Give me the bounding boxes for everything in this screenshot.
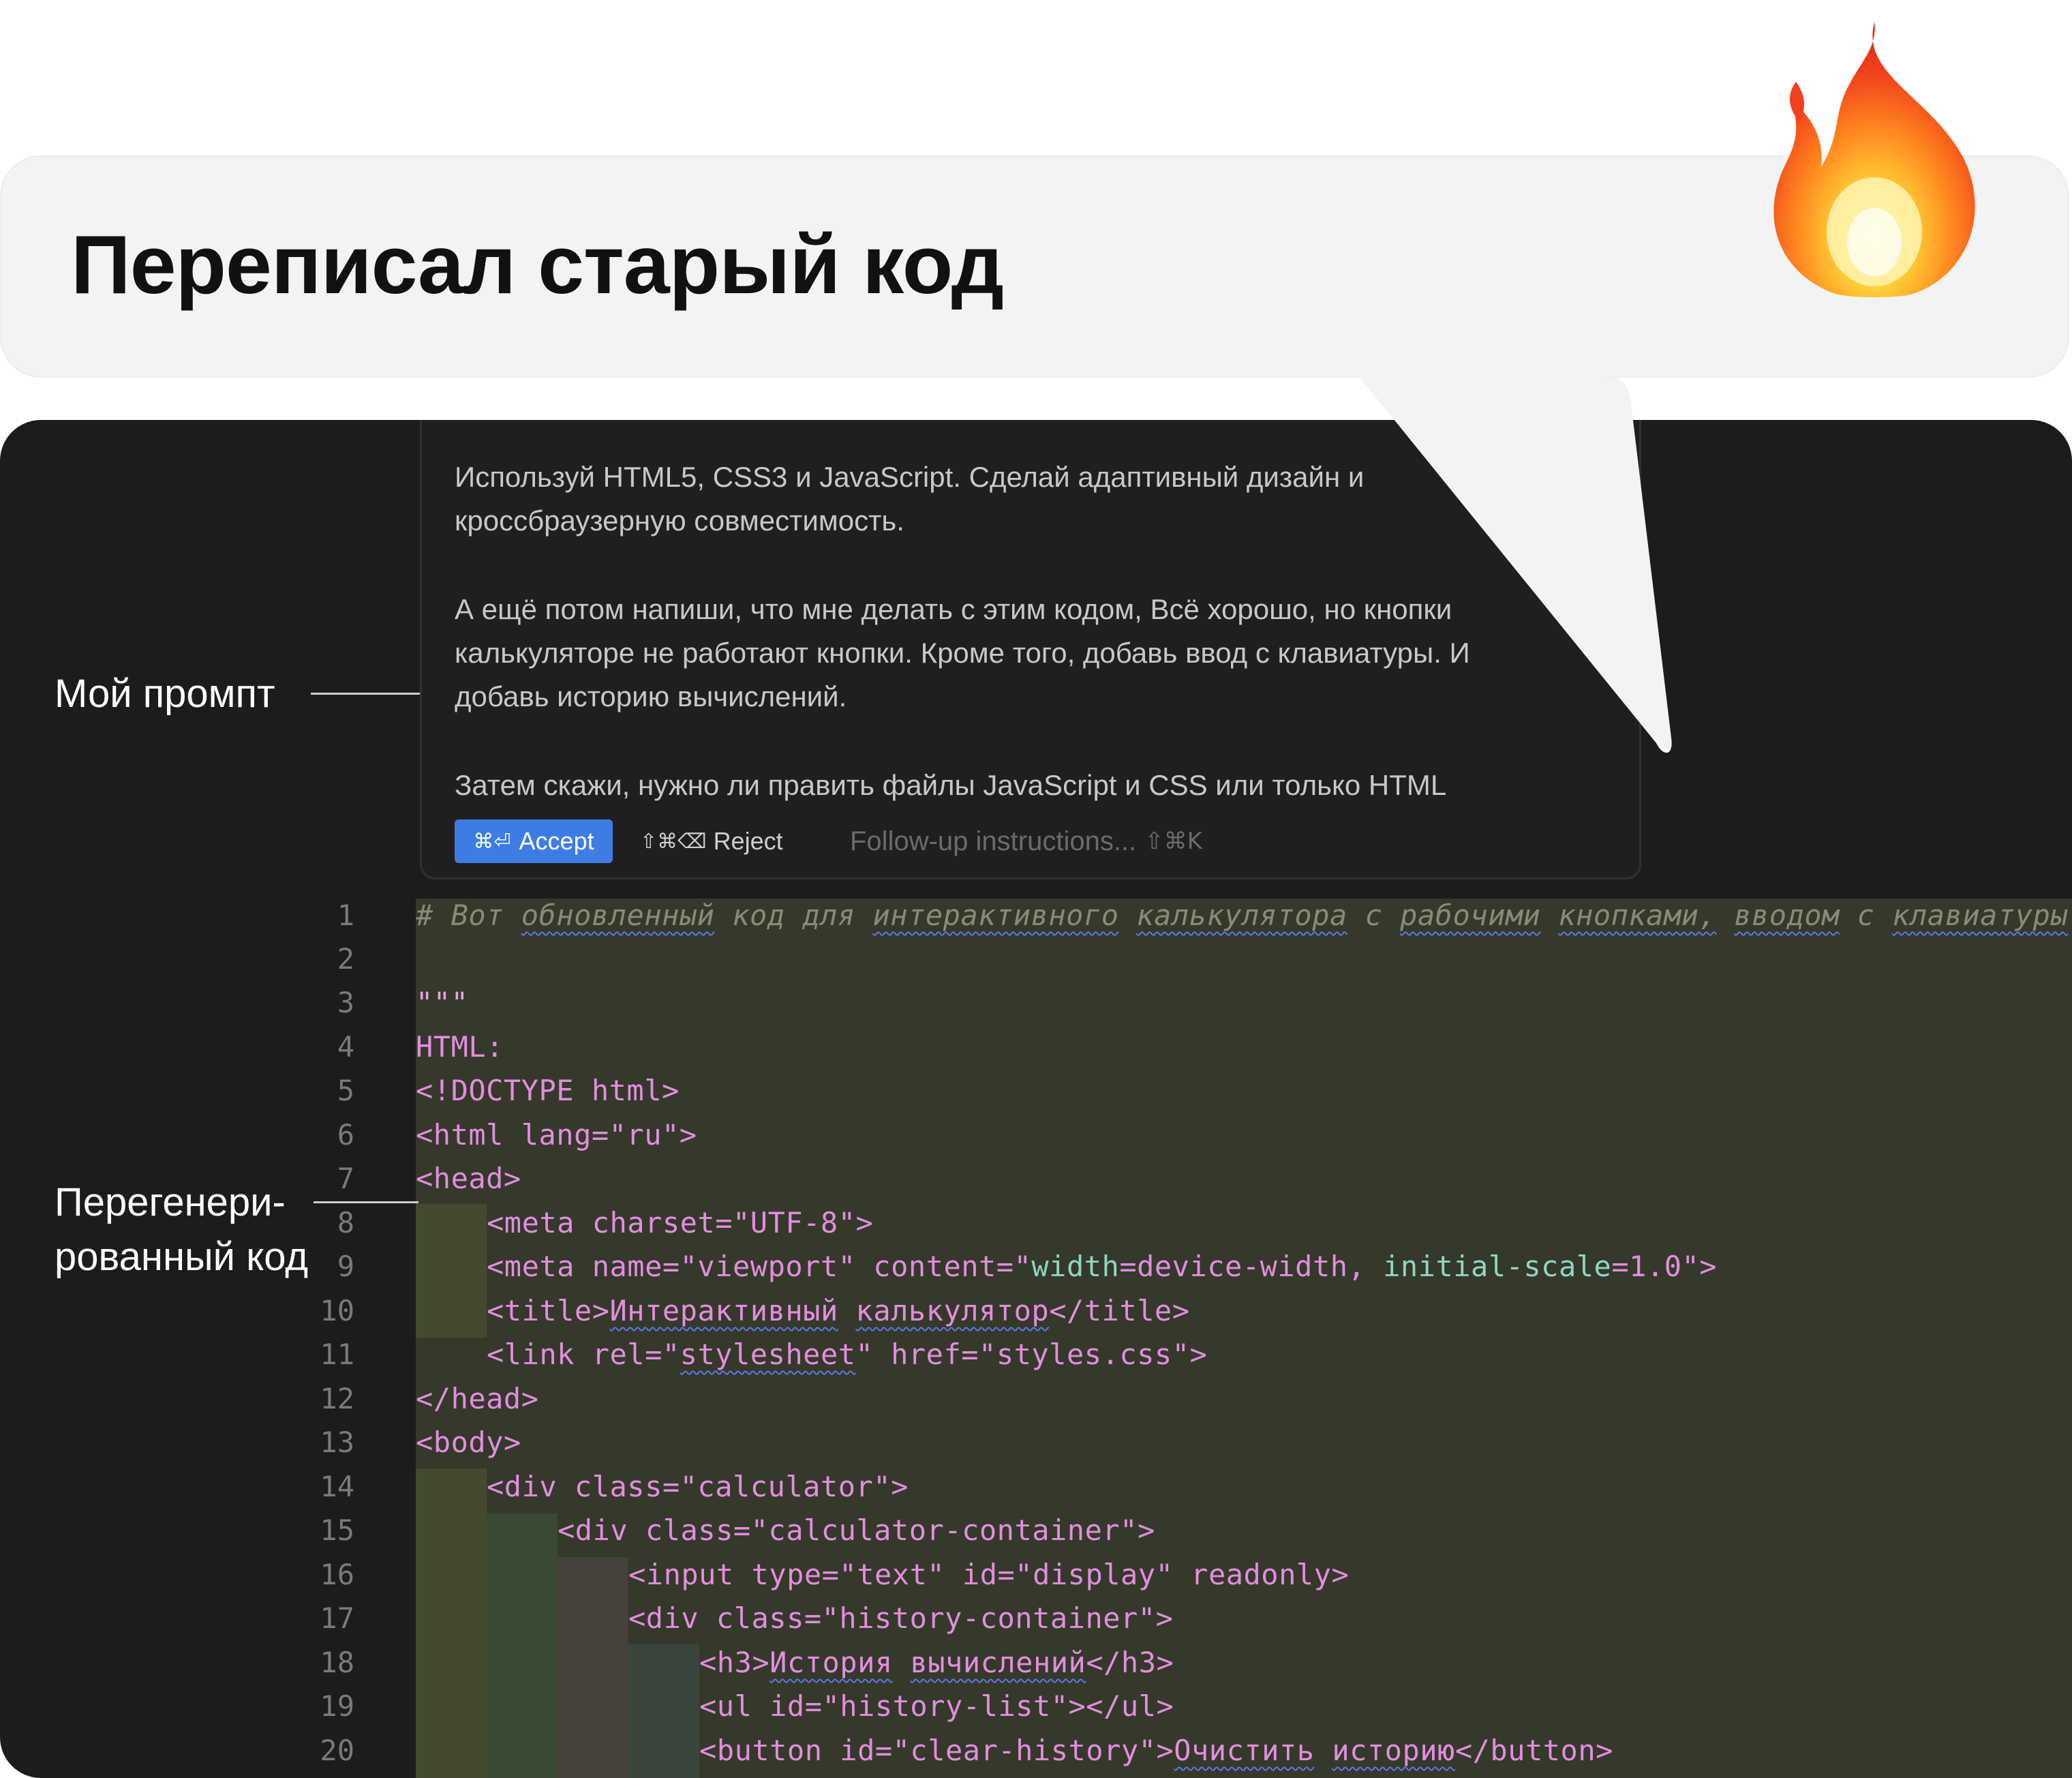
line-number: 4 — [337, 1030, 354, 1064]
code-line-17: <div class="history-container"> — [628, 1601, 1174, 1635]
prompt-line: кроссбраузерную совместимость. — [455, 504, 904, 537]
line-number: 5 — [337, 1074, 354, 1107]
code-line-11: <link rel="stylesheet" href="styles.css"… — [487, 1338, 1208, 1371]
line-number: 12 — [320, 1382, 354, 1415]
fire-emoji-icon — [1773, 22, 1975, 297]
prompt-line: Используй HTML5, CSS3 и JavaScript. Сдел… — [455, 461, 1365, 493]
line-number: 3 — [337, 986, 354, 1019]
code-line-18: <h3>История вычислений</h3> — [699, 1646, 1174, 1679]
accept-label: Accept — [519, 827, 594, 855]
code-line-9: <meta name="viewport" content="width=dev… — [487, 1250, 1718, 1283]
line-number: 17 — [320, 1601, 354, 1635]
code-editor[interactable]: 1 2 3 4 5 6 7 8 9 10 11 12 13 14 15 16 1… — [0, 899, 2072, 1778]
code-line-3: """ — [416, 986, 469, 1019]
line-number: 14 — [320, 1470, 354, 1503]
code-line-16: <input type="text" id="display" readonly… — [628, 1558, 1350, 1591]
code-annotation-line — [314, 1201, 418, 1203]
code-line-20: <button id="clear-history">Очистить исто… — [699, 1734, 1613, 1767]
line-number: 1 — [337, 899, 354, 932]
code-annotation-line1: Перегенери- — [55, 1180, 286, 1224]
code-line-8: <meta charset="UTF-8"> — [487, 1206, 874, 1239]
prompt-annotation-line — [311, 693, 420, 695]
code-line-10: <title>Интерактивный калькулятор</title> — [487, 1294, 1190, 1327]
followup-input[interactable]: Follow-up instructions... ⇧⌘K — [850, 819, 1202, 863]
line-number: 19 — [320, 1689, 354, 1723]
followup-placeholder: Follow-up instructions... — [850, 826, 1137, 856]
prompt-line: калькуляторе не работают кнопки. Кроме т… — [455, 637, 1470, 669]
code-line-4: HTML: — [416, 1030, 504, 1064]
line-number: 15 — [320, 1513, 354, 1547]
prompt-line: Затем скажи, нужно ли править файлы Java… — [455, 769, 1447, 801]
prompt-line: добавь историю вычислений. — [455, 680, 847, 712]
page-title: Переписал старый код — [71, 218, 1004, 311]
line-number: 6 — [337, 1118, 354, 1151]
accept-button[interactable]: ⌘⏎ Accept — [455, 819, 613, 863]
line-number: 18 — [320, 1646, 354, 1679]
reject-shortcut: ⇧⌘⌫ — [640, 829, 707, 854]
code-line-5: <!DOCTYPE html> — [416, 1074, 680, 1107]
code-line-15: <div class="calculator-container"> — [558, 1513, 1155, 1547]
code-line-12: </head> — [416, 1382, 539, 1415]
indent-guide — [628, 1644, 699, 1778]
accept-shortcut: ⌘⏎ — [473, 829, 511, 854]
code-line-7: <head> — [416, 1162, 521, 1195]
code-line-1: # Вот обновленный код для интерактивного… — [416, 899, 2069, 932]
code-line-13: <body> — [416, 1426, 521, 1459]
prompt-annotation: Мой промпт — [55, 672, 275, 716]
prompt-box: Используй HTML5, CSS3 и JavaScript. Сдел… — [420, 420, 1641, 879]
reject-label: Reject — [713, 827, 783, 855]
code-line-14: <div class="calculator"> — [487, 1470, 909, 1503]
prompt-line: А ещё потом напиши, что мне делать с эти… — [455, 593, 1452, 625]
code-annotation-line2: рованный код — [55, 1235, 309, 1279]
line-number: 2 — [337, 942, 354, 976]
reject-button[interactable]: ⇧⌘⌫ Reject — [640, 819, 783, 863]
indent-guide — [416, 1204, 487, 1338]
followup-shortcut: ⇧⌘K — [1144, 828, 1202, 855]
indent-guide — [416, 1468, 487, 1778]
line-number: 10 — [320, 1294, 354, 1327]
indent-guide — [558, 1557, 628, 1778]
indent-guide — [487, 1513, 558, 1778]
line-number: 16 — [320, 1558, 354, 1591]
code-line-6: <html lang="ru"> — [416, 1118, 697, 1151]
line-number: 13 — [320, 1426, 354, 1459]
code-line-19: <ul id="history-list"></ul> — [699, 1689, 1174, 1723]
line-number: 11 — [320, 1338, 354, 1371]
line-number: 20 — [320, 1734, 354, 1767]
